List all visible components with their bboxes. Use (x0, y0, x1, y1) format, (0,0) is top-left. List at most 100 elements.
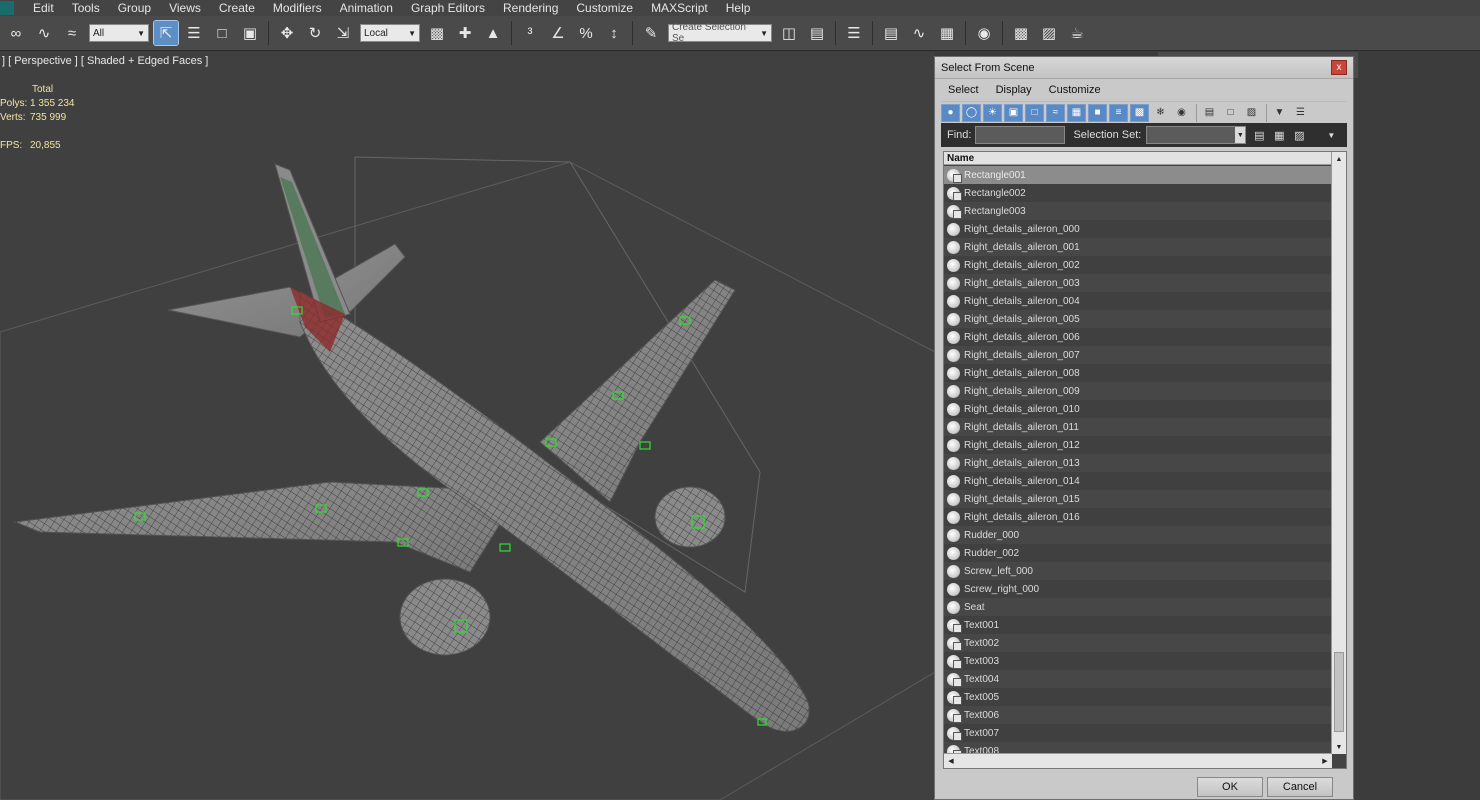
list-item[interactable]: Right_details_aileron_002 (944, 256, 1332, 274)
keyboard-shortcut-override-icon[interactable]: ▲ (481, 21, 505, 45)
bind-space-warp-icon[interactable]: ≈ (60, 21, 84, 45)
list-item[interactable]: Right_details_aileron_006 (944, 328, 1332, 346)
close-icon[interactable]: x (1331, 60, 1347, 75)
list-item[interactable]: Text005 (944, 688, 1332, 706)
list-item[interactable]: Seat (944, 598, 1332, 616)
list-item[interactable]: Rudder_000 (944, 526, 1332, 544)
snaps-toggle-icon[interactable]: ³ (518, 21, 542, 45)
column-header-name[interactable]: Name (944, 152, 1346, 165)
find-input[interactable] (975, 126, 1066, 144)
horizontal-scrollbar[interactable]: ◀ ▶ (944, 753, 1332, 768)
menu-create[interactable]: Create (210, 1, 264, 15)
list-item[interactable]: Rectangle001 (944, 166, 1332, 184)
display-hidden-icon[interactable]: ◉ (1172, 104, 1191, 122)
list-item[interactable]: Right_details_aileron_010 (944, 400, 1332, 418)
display-space-warps-icon[interactable]: ≈ (1046, 103, 1065, 122)
schematic-view-icon[interactable]: ▦ (935, 21, 959, 45)
list-item[interactable]: Right_details_aileron_007 (944, 346, 1332, 364)
percent-snap-icon[interactable]: % (574, 21, 598, 45)
list-item[interactable]: Right_details_aileron_013 (944, 454, 1332, 472)
selection-filter-dropdown[interactable]: All ▼ (89, 24, 149, 42)
material-editor-icon[interactable]: ◉ (972, 21, 996, 45)
list-item[interactable]: Right_details_aileron_016 (944, 508, 1332, 526)
display-containers-icon[interactable]: ▩ (1130, 103, 1149, 122)
scroll-down-icon[interactable]: ▼ (1332, 740, 1346, 754)
menu-group[interactable]: Group (109, 1, 160, 15)
options-chevron-icon[interactable]: ▼ (1324, 128, 1338, 142)
pivot-center-icon[interactable]: ▩ (425, 21, 449, 45)
display-lights-icon[interactable]: ☀ (983, 103, 1002, 122)
menu-customize[interactable]: Customize (567, 1, 642, 15)
list-item[interactable]: Text001 (944, 616, 1332, 634)
curve-editor-icon[interactable]: ∿ (907, 21, 931, 45)
list-item[interactable]: Right_details_aileron_011 (944, 418, 1332, 436)
window-crossing-icon[interactable]: ▣ (238, 21, 262, 45)
list-item[interactable]: Right_details_aileron_001 (944, 238, 1332, 256)
display-helpers-icon[interactable]: □ (1025, 103, 1044, 122)
render-setup-icon[interactable]: ▩ (1009, 21, 1033, 45)
filter-icon[interactable]: ▼ (1270, 104, 1289, 122)
dialog-title-bar[interactable]: Select From Scene x (935, 57, 1353, 79)
remove-selection-set-icon[interactable]: ▨ (1292, 128, 1306, 142)
menu-edit[interactable]: Edit (24, 1, 63, 15)
display-bones-icon[interactable]: ≡ (1109, 103, 1128, 122)
vertical-scrollbar[interactable]: ▲ ▼ (1331, 152, 1346, 754)
ok-button[interactable]: OK (1197, 777, 1263, 797)
unlink-icon[interactable]: ∿ (32, 21, 56, 45)
dialog-menu-customize[interactable]: Customize (1049, 84, 1101, 96)
menu-rendering[interactable]: Rendering (494, 1, 567, 15)
list-item[interactable]: Screw_right_000 (944, 580, 1332, 598)
list-item[interactable]: Right_details_aileron_000 (944, 220, 1332, 238)
list-item[interactable]: Text006 (944, 706, 1332, 724)
reference-coordinate-dropdown[interactable]: Local ▼ (360, 24, 420, 42)
rotate-icon[interactable]: ↻ (303, 21, 327, 45)
perspective-viewport[interactable]: ] [ Perspective ] [ Shaded + Edged Faces… (0, 52, 935, 800)
scroll-right-icon[interactable]: ▶ (1318, 754, 1332, 768)
list-item[interactable]: Text004 (944, 670, 1332, 688)
edit-selection-set-icon[interactable]: ▦ (1272, 128, 1286, 142)
menu-modifiers[interactable]: Modifiers (264, 1, 331, 15)
select-object-icon[interactable]: ⇱ (153, 20, 179, 46)
dialog-menu-display[interactable]: Display (996, 84, 1032, 96)
list-item[interactable]: Screw_left_000 (944, 562, 1332, 580)
viewport-label[interactable]: ] [ Perspective ] [ Shaded + Edged Faces… (2, 55, 208, 67)
cancel-button[interactable]: Cancel (1267, 777, 1333, 797)
scroll-left-icon[interactable]: ◀ (944, 754, 958, 768)
angle-snap-icon[interactable]: ∠ (546, 21, 570, 45)
menu-maxscript[interactable]: MAXScript (642, 1, 717, 15)
list-item[interactable]: Right_details_aileron_008 (944, 364, 1332, 382)
scrollbar-thumb[interactable] (1334, 652, 1344, 732)
move-icon[interactable]: ✥ (275, 21, 299, 45)
list-item[interactable]: Right_details_aileron_009 (944, 382, 1332, 400)
menu-views[interactable]: Views (160, 1, 210, 15)
select-manipulate-icon[interactable]: ✚ (453, 21, 477, 45)
display-xrefs-icon[interactable]: ■ (1088, 103, 1107, 122)
display-invert-icon[interactable]: ▨ (1242, 104, 1261, 122)
list-item[interactable]: Right_details_aileron_004 (944, 292, 1332, 310)
app-icon[interactable] (0, 1, 14, 15)
link-icon[interactable]: ∞ (4, 21, 28, 45)
menu-help[interactable]: Help (717, 1, 760, 15)
list-item[interactable]: Right_details_aileron_005 (944, 310, 1332, 328)
list-item[interactable]: Rectangle003 (944, 202, 1332, 220)
selection-set-dropdown[interactable]: ▼ (1146, 126, 1247, 144)
spinner-snap-icon[interactable]: ↕ (602, 21, 626, 45)
render-production-icon[interactable]: ☕ (1065, 21, 1089, 45)
scroll-up-icon[interactable]: ▲ (1332, 152, 1346, 166)
layer-manager-icon[interactable]: ☰ (842, 21, 866, 45)
list-item[interactable]: Text007 (944, 724, 1332, 742)
graphite-modeling-tools-icon[interactable]: ▤ (879, 21, 903, 45)
display-cameras-icon[interactable]: ▣ (1004, 103, 1023, 122)
mirror-icon[interactable]: ◫ (777, 21, 801, 45)
menu-graph-editors[interactable]: Graph Editors (402, 1, 494, 15)
list-item[interactable]: Text002 (944, 634, 1332, 652)
display-shapes-icon[interactable]: ◯ (962, 103, 981, 122)
menu-animation[interactable]: Animation (331, 1, 402, 15)
display-all-icon[interactable]: ▤ (1200, 104, 1219, 122)
list-item[interactable]: Rudder_002 (944, 544, 1332, 562)
add-selection-set-icon[interactable]: ▤ (1252, 128, 1266, 142)
filter-settings-icon[interactable]: ☰ (1291, 104, 1310, 122)
list-item[interactable]: Right_details_aileron_012 (944, 436, 1332, 454)
display-none-icon[interactable]: □ (1221, 104, 1240, 122)
menu-tools[interactable]: Tools (63, 1, 109, 15)
